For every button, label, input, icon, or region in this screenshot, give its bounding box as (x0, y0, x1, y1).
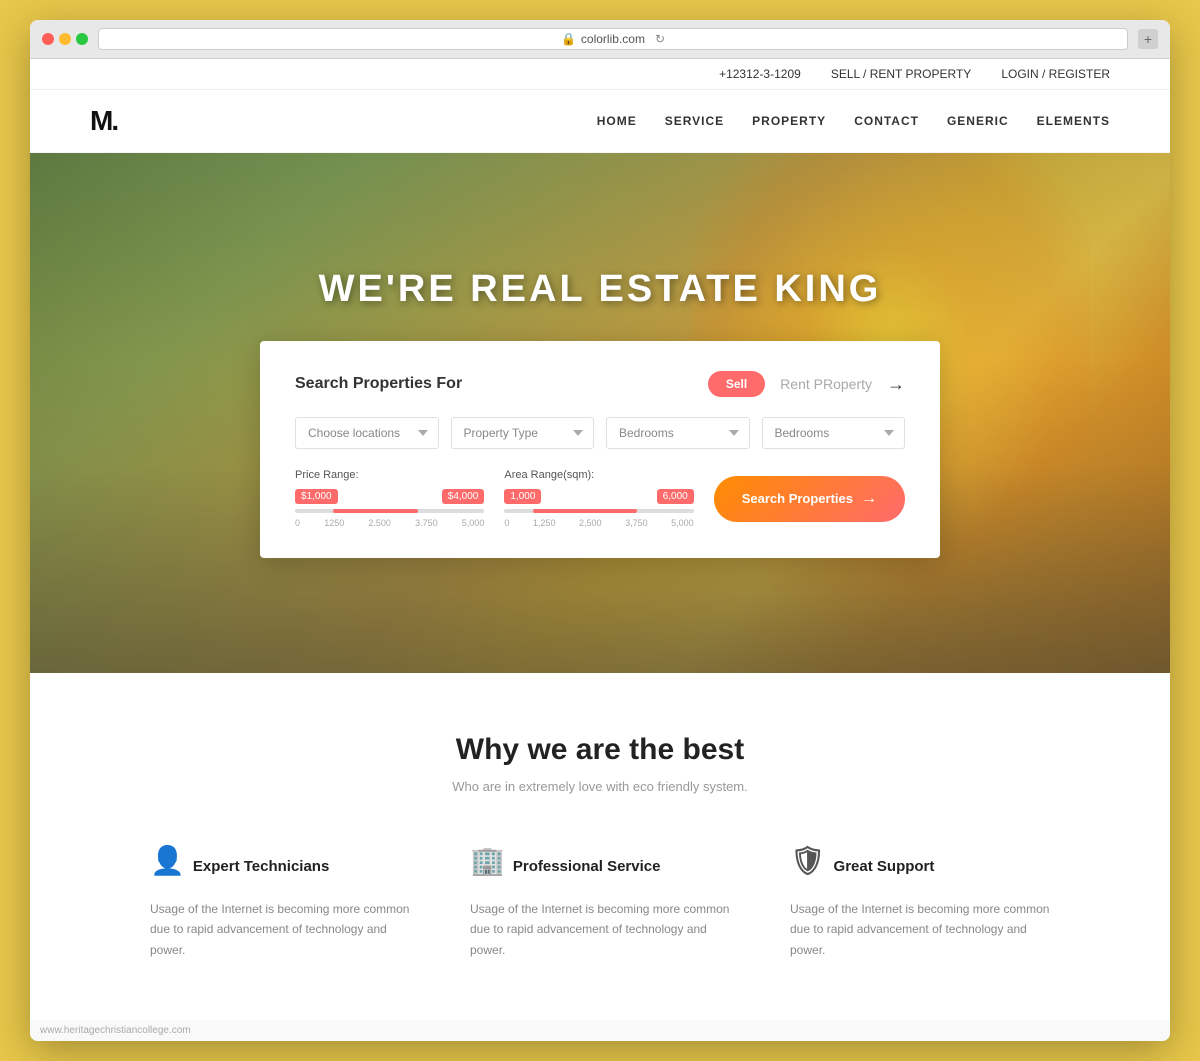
price-range-group: Price Range: $1,000 $4,000 0 1250 (295, 469, 484, 528)
why-title: Why we are the best (110, 733, 1090, 767)
feature-title-0: 👤 Expert Technicians (150, 844, 410, 889)
login-register-link[interactable]: LOGIN / REGISTER (1001, 67, 1110, 81)
feature-desc-2: Usage of the Internet is becoming more c… (790, 899, 1050, 960)
browser-chrome: 🔒 colorlib.com ↻ + (30, 20, 1170, 59)
minimize-dot[interactable] (59, 33, 71, 45)
price-range-label: Price Range: (295, 469, 484, 481)
area-tick-3: 3,750 (625, 518, 648, 528)
url-text: colorlib.com (581, 32, 645, 46)
area-tick-2: 2,500 (579, 518, 602, 528)
feature-desc-0: Usage of the Internet is becoming more c… (150, 899, 410, 960)
feature-item-2: 🛡 Great Support Usage of the Internet is… (790, 844, 1050, 960)
feature-title-1: 🏢 Professional Service (470, 844, 730, 889)
nav-item-elements[interactable]: ELEMENTS (1037, 112, 1110, 130)
search-panel: Search Properties For Sell Rent PRoperty… (260, 341, 940, 558)
search-panel-title: Search Properties For (295, 375, 693, 393)
area-range-fill (533, 509, 637, 513)
area-min-badge: 1,000 (504, 489, 541, 504)
price-tick-0: 0 (295, 518, 300, 528)
refresh-icon[interactable]: ↻ (655, 32, 665, 46)
close-dot[interactable] (42, 33, 54, 45)
nav-item-home[interactable]: HOME (597, 112, 637, 130)
price-tick-4: 5,000 (462, 518, 485, 528)
search-btn-label: Search Properties (742, 491, 853, 506)
area-tick-4: 5,000 (671, 518, 694, 528)
maximize-dot[interactable] (76, 33, 88, 45)
feature-item-1: 🏢 Professional Service Usage of the Inte… (470, 844, 730, 960)
professional-icon: 🏢 (470, 844, 505, 877)
area-tick-0: 0 (504, 518, 509, 528)
expert-icon: 👤 (150, 844, 185, 877)
sell-button[interactable]: Sell (708, 371, 765, 397)
why-section: Why we are the best Who are in extremely… (30, 673, 1170, 1020)
price-range-ticks: 0 1250 2.500 3.750 5,000 (295, 518, 484, 528)
price-range-track[interactable] (295, 509, 484, 513)
bedrooms-dropdown[interactable]: Bedrooms (606, 417, 750, 449)
phone-number: +12312-3-1209 (719, 67, 801, 81)
search-dropdowns: Choose locations Property Type Bedrooms … (295, 417, 905, 449)
price-max-badge: $4,000 (442, 489, 485, 504)
nav-item-generic[interactable]: GENERIC (947, 112, 1009, 130)
support-icon: 🛡 (790, 844, 826, 877)
price-min-badge: $1,000 (295, 489, 338, 504)
price-range-fill (333, 509, 418, 513)
hero-title: WE'RE REAL ESTATE KING (319, 268, 882, 311)
nav-link-service[interactable]: SERVICE (665, 114, 724, 128)
nav-item-service[interactable]: SERVICE (665, 112, 724, 130)
sell-rent-link[interactable]: SELL / RENT PROPERTY (831, 67, 972, 81)
new-tab-button[interactable]: + (1138, 29, 1158, 49)
search-arrow-button[interactable]: → (887, 374, 905, 395)
feature-item-0: 👤 Expert Technicians Usage of the Intern… (150, 844, 410, 960)
rent-button[interactable]: Rent PRoperty (780, 376, 872, 392)
bedrooms-dropdown-2[interactable]: Bedrooms (762, 417, 906, 449)
price-tick-2: 2.500 (368, 518, 391, 528)
nav-link-property[interactable]: PROPERTY (752, 114, 826, 128)
why-subtitle: Who are in extremely love with eco frien… (110, 779, 1090, 794)
address-bar[interactable]: 🔒 colorlib.com ↻ (98, 28, 1128, 50)
price-tick-3: 3.750 (415, 518, 438, 528)
website-content: +12312-3-1209 SELL / RENT PROPERTY LOGIN… (30, 59, 1170, 1041)
location-dropdown[interactable]: Choose locations (295, 417, 439, 449)
feature-title-label-2: Great Support (834, 858, 935, 875)
main-nav: M. HOME SERVICE PROPERTY CONTACT GENERIC… (30, 90, 1170, 153)
lock-icon: 🔒 (561, 32, 576, 46)
area-range-ticks: 0 1,250 2,500 3,750 5,000 (504, 518, 693, 528)
search-panel-header: Search Properties For Sell Rent PRoperty… (295, 371, 905, 397)
range-search-row: Price Range: $1,000 $4,000 0 1250 (295, 469, 905, 528)
browser-dots (42, 33, 88, 45)
nav-link-elements[interactable]: ELEMENTS (1037, 114, 1110, 128)
area-max-badge: 6,000 (657, 489, 694, 504)
price-tick-1: 1250 (324, 518, 344, 528)
area-range-track[interactable] (504, 509, 693, 513)
area-range-label: Area Range(sqm): (504, 469, 693, 481)
property-type-dropdown[interactable]: Property Type (451, 417, 595, 449)
price-range-values: $1,000 $4,000 (295, 489, 484, 504)
area-tick-1: 1,250 (533, 518, 556, 528)
nav-item-contact[interactable]: CONTACT (854, 112, 919, 130)
feature-title-label-1: Professional Service (513, 858, 661, 875)
area-range-group: Area Range(sqm): 1,000 6,000 0 1,250 (504, 469, 693, 528)
nav-link-generic[interactable]: GENERIC (947, 114, 1009, 128)
feature-desc-1: Usage of the Internet is becoming more c… (470, 899, 730, 960)
feature-title-label-0: Expert Technicians (193, 858, 329, 875)
nav-item-property[interactable]: PROPERTY (752, 112, 826, 130)
site-logo[interactable]: M. (90, 105, 117, 137)
search-btn-arrow-icon: → (861, 490, 877, 508)
browser-window: 🔒 colorlib.com ↻ + +12312-3-1209 SELL / … (30, 20, 1170, 1041)
footer-url: www.heritagechristiancollege.com (30, 1020, 1170, 1041)
nav-link-home[interactable]: HOME (597, 114, 637, 128)
top-bar: +12312-3-1209 SELL / RENT PROPERTY LOGIN… (30, 59, 1170, 90)
nav-link-contact[interactable]: CONTACT (854, 114, 919, 128)
nav-links: HOME SERVICE PROPERTY CONTACT GENERIC EL… (597, 112, 1110, 130)
hero-section: WE'RE REAL ESTATE KING Search Properties… (30, 153, 1170, 673)
search-properties-button[interactable]: Search Properties → (714, 476, 905, 522)
hero-content: WE'RE REAL ESTATE KING Search Properties… (30, 238, 1170, 588)
area-range-values: 1,000 6,000 (504, 489, 693, 504)
features-grid: 👤 Expert Technicians Usage of the Intern… (110, 844, 1090, 960)
feature-title-2: 🛡 Great Support (790, 844, 1050, 889)
